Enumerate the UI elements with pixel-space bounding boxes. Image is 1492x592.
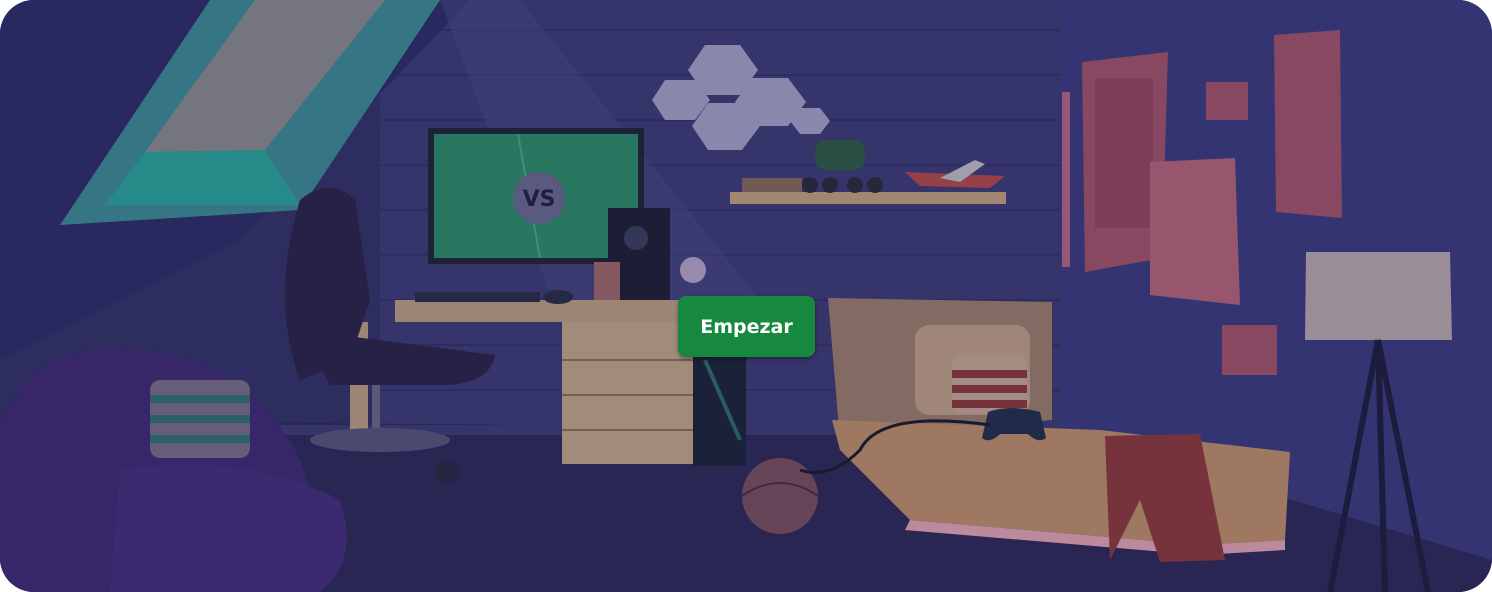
start-button[interactable]: Empezar: [678, 296, 815, 357]
game-frame: VS Empezar: [0, 0, 1492, 592]
